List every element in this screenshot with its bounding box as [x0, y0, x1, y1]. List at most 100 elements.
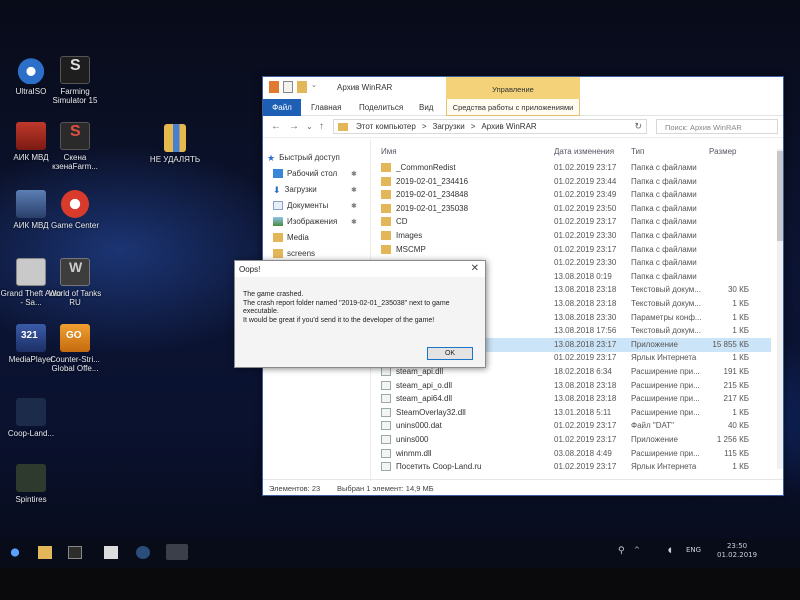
file-icon — [381, 394, 391, 404]
file-name: Посетить Coop-Land.ru — [396, 462, 482, 472]
file-row[interactable]: Images 01.02.2019 23:30 Папка с файлами — [371, 229, 771, 243]
tab-view[interactable]: Вид — [419, 103, 433, 112]
tab-app-tools[interactable]: Средства работы с приложениями — [446, 99, 580, 116]
taskbar: ⚲ ^ ◖ ENG 23:50 01.02.2019 — [0, 538, 800, 568]
file-row[interactable]: _CommonRedist 01.02.2019 23:17 Папка с фай… — [371, 161, 771, 175]
file-row[interactable]: unins000 01.02.2019 23:17 Приложение 1 256 … — [371, 433, 771, 447]
file-date: 01.02.2019 23:17 — [554, 462, 617, 472]
forward-arrow-icon[interactable]: → — [289, 121, 299, 132]
refresh-icon[interactable]: ↻ — [634, 121, 642, 132]
desktop-icon-game-center[interactable]: Game Center — [44, 190, 106, 230]
close-icon[interactable]: ✕ — [471, 263, 479, 274]
network-icon[interactable]: ⚲ — [618, 546, 625, 556]
breadcrumb-segment[interactable]: Загрузки — [433, 122, 465, 131]
sidebar-item-desktop[interactable]: Рабочий стол ✱ — [273, 169, 357, 178]
tab-home[interactable]: Главная — [311, 103, 341, 112]
file-row[interactable]: SteamOverlay32.dll 13.01.2018 5:11 Расшире… — [371, 406, 771, 420]
file-date: 13.01.2018 5:11 — [554, 407, 612, 417]
folder-icon — [381, 163, 391, 172]
file-row[interactable]: CD 01.02.2019 23:17 Папка с файлами — [371, 215, 771, 229]
steam-icon[interactable] — [136, 546, 150, 559]
ok-button[interactable]: OK — [427, 347, 473, 360]
tab-file[interactable]: Файл — [263, 99, 301, 116]
file-name: steam_api_o.dll — [396, 380, 453, 390]
mail-icon[interactable] — [104, 546, 118, 559]
file-icon — [381, 421, 391, 431]
sidebar-item-documents[interactable]: Документы ✱ — [273, 201, 357, 210]
desktop-icon-coop-land[interactable]: Coop-Land... — [0, 398, 62, 438]
ribbon-tabs: Файл Главная Поделиться Вид Средства раб… — [263, 99, 783, 116]
file-row[interactable]: unins000.dat 01.02.2019 23:17 Файл "DAT" 40… — [371, 419, 771, 433]
file-row[interactable]: 2019-02-01_234416 01.02.2019 23:44 Папка с… — [371, 175, 771, 189]
desktop-icon-farm-scene[interactable]: S Скена кзенаFarm... — [44, 122, 106, 171]
sidebar-item-quick-access[interactable]: ★ Быстрый доступ — [267, 153, 340, 163]
file-type: Папка с файлами — [631, 244, 697, 254]
file-name: unins000.dat — [396, 421, 442, 431]
file-size: 1 КБ — [732, 353, 749, 363]
column-header-size[interactable]: Размер — [709, 147, 737, 156]
window-title: Архив WinRAR — [337, 83, 393, 92]
column-header-name[interactable]: Имя — [381, 147, 397, 156]
desktop-icon-farming-simulator[interactable]: S Farming Simulator 15 — [44, 56, 106, 105]
context-tab-manage[interactable]: Управление — [446, 77, 580, 99]
properties-icon[interactable] — [283, 81, 293, 93]
chevron-down-icon[interactable]: ⌄ — [311, 81, 317, 93]
pin-icon: ✱ — [351, 218, 357, 226]
file-row[interactable]: 2019-02-01_234848 01.02.2019 23:49 Папка с… — [371, 188, 771, 202]
vertical-scrollbar[interactable] — [777, 149, 783, 469]
ultraiso-icon — [16, 56, 46, 84]
dialog-line: The game crashed. — [243, 291, 304, 298]
desktop-icon-cs-go[interactable]: GO Counter-Stri... Global Offe... — [44, 324, 106, 373]
address-bar[interactable]: Этот компьютер > Загрузки > Архив WinRAR… — [333, 119, 647, 134]
back-arrow-icon[interactable]: ← — [271, 121, 281, 132]
desktop-icon-spintires[interactable]: Spintires — [0, 464, 62, 504]
folder-icon[interactable] — [269, 81, 279, 93]
chevron-down-icon[interactable]: ⌄ — [306, 122, 313, 131]
running-app-icon[interactable] — [166, 544, 188, 560]
file-type: Приложение — [631, 339, 678, 349]
file-date: 13.08.2018 23:18 — [554, 380, 617, 390]
sidebar-item-screens[interactable]: screens — [273, 249, 315, 258]
pin-icon: ✱ — [351, 202, 357, 210]
sidebar-item-pictures[interactable]: Изображения ✱ — [273, 217, 357, 226]
search-placeholder: Поиск: Архив WinRAR — [665, 123, 742, 132]
file-name: MSCMP — [396, 244, 426, 254]
file-row[interactable]: Посетить Coop-Land.ru 01.02.2019 23:17 Ярл… — [371, 460, 771, 474]
tray-chevron-icon[interactable]: ^ — [634, 546, 640, 554]
file-row[interactable]: winmm.dll 03.08.2018 4:49 Расширение при..… — [371, 447, 771, 461]
desktop-icon-world-of-tanks[interactable]: W World of Tanks RU — [44, 258, 106, 307]
crash-dialog: Oops! ✕ The game crashed. The crash repo… — [234, 260, 486, 368]
file-row[interactable]: steam_api_o.dll 13.08.2018 23:18 Расширени… — [371, 379, 771, 393]
desktop-icon-label: Game Center — [50, 221, 100, 230]
scrollbar-thumb[interactable] — [777, 151, 783, 241]
column-header-date[interactable]: Дата изменения — [554, 147, 614, 156]
clock[interactable]: 23:50 01.02.2019 — [717, 542, 757, 560]
tab-share[interactable]: Поделиться — [359, 103, 403, 112]
sidebar-item-media[interactable]: Media — [273, 233, 309, 242]
dialog-titlebar: Oops! ✕ — [235, 261, 485, 277]
file-size: 191 КБ — [723, 367, 749, 376]
up-arrow-icon[interactable]: ↑ — [319, 121, 324, 132]
file-date: 13.08.2018 23:30 — [554, 312, 617, 322]
download-icon: ⬇ — [273, 185, 281, 195]
file-row[interactable]: 2019-02-01_235038 01.02.2019 23:50 Папка с… — [371, 202, 771, 216]
breadcrumb-segment[interactable]: Этот компьютер — [356, 122, 416, 131]
gta-icon — [16, 258, 46, 286]
volume-icon[interactable]: ◖ — [668, 546, 672, 554]
file-size: 1 КБ — [732, 407, 749, 417]
new-folder-icon[interactable] — [297, 81, 307, 93]
language-indicator[interactable]: ENG — [686, 546, 701, 554]
dialog-line: executable. — [243, 308, 279, 315]
desktop-icon-ne-udalyat[interactable]: НЕ УДАЛЯТЬ — [144, 124, 206, 164]
cortana-icon[interactable] — [8, 546, 22, 559]
file-explorer-icon[interactable] — [38, 546, 52, 559]
column-header-type[interactable]: Тип — [631, 147, 644, 156]
file-row[interactable]: MSCMP 01.02.2019 23:17 Папка с файлами — [371, 243, 771, 257]
file-type: Файл "DAT" — [631, 421, 674, 431]
store-icon[interactable] — [68, 546, 82, 559]
breadcrumb-segment[interactable]: Архив WinRAR — [481, 122, 536, 131]
search-input[interactable]: Поиск: Архив WinRAR — [656, 119, 778, 134]
sidebar-item-downloads[interactable]: ⬇ Загрузки ✱ — [273, 185, 357, 195]
pin-icon: ✱ — [351, 170, 357, 178]
file-row[interactable]: steam_api64.dll 13.08.2018 23:18 Расширени… — [371, 392, 771, 406]
